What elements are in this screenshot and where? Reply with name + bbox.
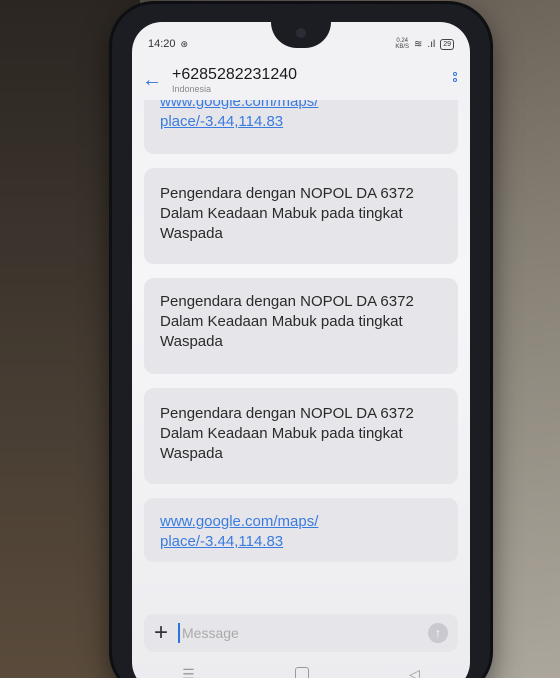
phone-body: 14:20 ⊛ 0.24 KB/S ≋ .ıl 29 ← +6285282231…	[112, 4, 490, 678]
message-text: Pengendara dengan NOPOL DA 6372 Dalam Ke…	[160, 293, 414, 350]
message-composer: + ↑	[144, 614, 458, 652]
message-bubble[interactable]: Pengendara dengan NOPOL DA 6372 Dalam Ke…	[144, 278, 458, 374]
wifi-icon: ≋	[414, 38, 423, 50]
conversation-header: ← +6285282231240 Indonesia	[132, 58, 470, 102]
message-bubble[interactable]: Pengendara dengan NOPOL DA 6372 Dalam Ke…	[144, 168, 458, 264]
message-link[interactable]: www.google.com/maps/ place/-3.44,114.83	[160, 513, 318, 550]
status-right: 0.24 KB/S ≋ .ıl 29	[395, 38, 454, 50]
back-arrow-icon[interactable]: ←	[142, 69, 172, 92]
message-bubble[interactable]: Pengendara dengan NOPOL DA 6372 Dalam Ke…	[144, 388, 458, 484]
send-icon[interactable]: ↑	[428, 623, 448, 643]
contact-number: +6285282231240	[172, 66, 298, 83]
message-link[interactable]: www.google.com/maps/ place/-3.44,114.83	[160, 100, 318, 130]
battery-icon: 29	[440, 38, 454, 50]
more-options-icon[interactable]	[452, 72, 458, 82]
menu-icon[interactable]: ☰	[182, 666, 195, 678]
network-speed-unit: KB/S	[395, 44, 410, 50]
message-bubble[interactable]: www.google.com/maps/ place/-3.44,114.83	[144, 498, 458, 562]
contact-country: Indonesia	[172, 84, 212, 94]
more-dot-icon	[453, 72, 457, 76]
notification-icon: ⊛	[180, 38, 189, 49]
status-left: 14:20 ⊛	[148, 38, 188, 50]
message-input[interactable]	[178, 623, 428, 643]
add-attachment-icon[interactable]: +	[144, 619, 178, 647]
system-nav-bar: ☰ ◁	[132, 656, 470, 678]
battery-level: 29	[443, 40, 451, 48]
network-speed: 0.24 KB/S	[395, 38, 409, 50]
message-text: Pengendara dengan NOPOL DA 6372 Dalam Ke…	[160, 405, 414, 462]
contact-info[interactable]: +6285282231240 Indonesia	[172, 66, 297, 94]
more-dot-icon	[453, 78, 457, 82]
front-camera-icon	[296, 28, 306, 38]
signal-icon: .ıl	[427, 38, 436, 50]
phone-screen: 14:20 ⊛ 0.24 KB/S ≋ .ıl 29 ← +6285282231…	[132, 22, 470, 678]
status-time: 14:20	[148, 38, 176, 50]
message-bubble[interactable]: www.google.com/maps/ place/-3.44,114.83	[144, 100, 458, 154]
message-list[interactable]: www.google.com/maps/ place/-3.44,114.83 …	[144, 100, 458, 602]
nav-back-icon[interactable]: ◁	[409, 666, 420, 678]
message-text: Pengendara dengan NOPOL DA 6372 Dalam Ke…	[160, 185, 414, 242]
home-icon[interactable]	[294, 667, 309, 678]
